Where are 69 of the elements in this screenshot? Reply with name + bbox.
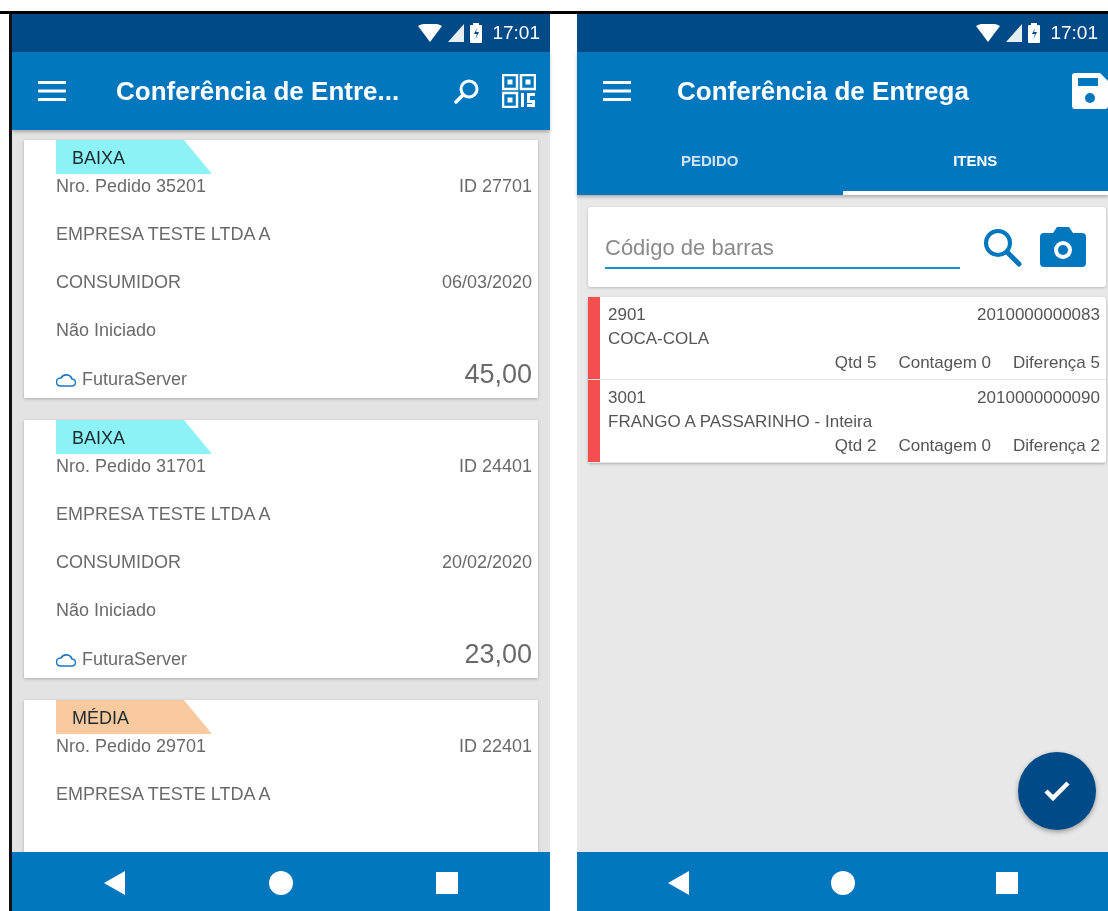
camera-icon[interactable]: [1040, 227, 1086, 267]
order-number: Nro. Pedido 35201: [56, 176, 207, 197]
customer-name: CONSUMIDOR: [56, 272, 181, 293]
order-card[interactable]: BAIXA Nro. Pedido 31701 ID 24401 EMPRESA TESTE LTDA A CONSUMIDOR 20/02/2020 Não Iniciado FuturaServer 23,00: [24, 420, 538, 678]
company-name: EMPRESA TESTE LTDA A: [56, 504, 271, 525]
server-name: FuturaServer: [82, 649, 188, 670]
order-id: ID 27701: [458, 176, 532, 197]
status-time: 17:01: [1050, 22, 1098, 44]
recents-icon[interactable]: [436, 872, 459, 894]
qr-code-icon[interactable]: [502, 74, 536, 108]
item-name: COCA-COLA: [608, 329, 710, 349]
company-name: EMPRESA TESTE LTDA A: [56, 784, 271, 805]
back-icon[interactable]: [103, 871, 126, 895]
customer-name: CONSUMIDOR: [56, 552, 181, 573]
order-number: Nro. Pedido 31701: [56, 456, 207, 477]
order-total: 23,00: [464, 639, 532, 670]
order-card[interactable]: BAIXA Nro. Pedido 35201 ID 27701 EMPRESA TESTE LTDA A CONSUMIDOR 06/03/2020 Não Iniciado FuturaServer 45,00: [24, 140, 538, 398]
item-code: 2901: [608, 305, 646, 325]
order-id: ID 22401: [458, 736, 532, 757]
item-count: Contagem 0: [898, 436, 992, 456]
barcode-field[interactable]: Código de barras: [605, 225, 960, 269]
order-card[interactable]: MÉDIA Nro. Pedido 29701 ID 22401 EMPRESA TESTE LTDA A: [24, 700, 538, 852]
search-icon[interactable]: [454, 78, 480, 104]
item-difference: Diferença 5: [1013, 353, 1100, 373]
priority-tag: MÉDIA: [56, 700, 212, 734]
battery-icon: [470, 23, 483, 43]
back-icon[interactable]: [667, 871, 690, 895]
priority-tag: BAIXA: [56, 140, 212, 174]
item-barcode: 2010000000083: [977, 305, 1100, 325]
item-quantity: Qtd 2: [834, 436, 877, 456]
battery-icon: [1028, 23, 1041, 43]
order-status: Não Iniciado: [56, 320, 157, 341]
item-difference: Diferença 2: [1013, 436, 1100, 456]
item-code: 3001: [608, 388, 646, 408]
search-icon[interactable]: [982, 227, 1022, 267]
recents-icon[interactable]: [995, 872, 1018, 894]
checkmark-icon: [1043, 780, 1071, 802]
order-date: 06/03/2020: [441, 272, 532, 293]
signal-icon: [1006, 24, 1023, 42]
wifi-icon: [418, 24, 443, 42]
home-icon[interactable]: [830, 871, 855, 895]
confirm-button[interactable]: [1018, 752, 1096, 830]
company-name: EMPRESA TESTE LTDA A: [56, 224, 271, 245]
priority-tag: BAIXA: [56, 420, 212, 454]
menu-icon[interactable]: [38, 81, 66, 101]
cloud-icon: [56, 372, 76, 387]
search-bar[interactable]: Código de barras: [588, 207, 1106, 287]
item-count: Contagem 0: [898, 353, 992, 373]
cloud-icon: [56, 652, 76, 667]
item-quantity: Qtd 5: [834, 353, 877, 373]
item-barcode: 2010000000090: [977, 388, 1100, 408]
order-id: ID 24401: [458, 456, 532, 477]
screen-title: Conferência de Entre...: [116, 75, 401, 107]
menu-icon[interactable]: [603, 81, 631, 101]
item-name: FRANGO A PASSARINHO - Inteira: [608, 412, 873, 432]
item-row[interactable]: 3001 2010000000090 FRANGO A PASSARINHO - Inteira Qtd 2 Contagem 0 Diferença 2: [588, 380, 1106, 463]
item-row[interactable]: 2901 2010000000083 COCA-COLA Qtd 5 Contagem 0 Diferença 5: [588, 297, 1106, 380]
home-icon[interactable]: [269, 871, 293, 895]
server-name: FuturaServer: [82, 369, 188, 390]
screen-title: Conferência de Entrega: [677, 75, 970, 107]
status-time: 17:01: [492, 22, 540, 44]
save-icon[interactable]: [1072, 73, 1108, 109]
order-total: 45,00: [464, 359, 532, 390]
order-date: 20/02/2020: [441, 552, 532, 573]
signal-icon: [448, 24, 465, 42]
tab[interactable]: PEDIDO: [577, 130, 843, 195]
wifi-icon: [976, 24, 1001, 42]
order-status: Não Iniciado: [56, 600, 157, 621]
order-number: Nro. Pedido 29701: [56, 736, 207, 757]
